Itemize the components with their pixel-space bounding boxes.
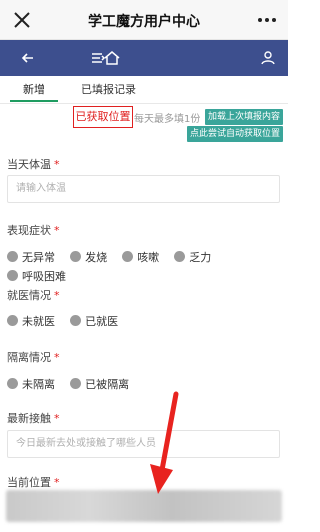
more-icon[interactable]: [255, 18, 276, 22]
auto-locate-button[interactable]: 点此尝试自动获取位置: [187, 126, 284, 142]
tab-new[interactable]: 新增: [23, 81, 45, 97]
tab-active-indicator: [10, 100, 58, 102]
tab-bar: 新增 已填报记录: [0, 76, 288, 104]
medical-options: 未就医 已就医: [7, 311, 128, 329]
symptom-option[interactable]: 无异常: [7, 249, 55, 265]
medical-option[interactable]: 未就医: [7, 313, 55, 329]
symptom-option[interactable]: 咳嗽: [122, 249, 159, 265]
back-icon[interactable]: [18, 48, 38, 68]
symptoms-label: 表现症状 *: [7, 224, 60, 237]
location-status: 已获取位置: [73, 106, 133, 128]
temperature-label: 当天体温 *: [7, 158, 60, 171]
isolation-option[interactable]: 已被隔离: [70, 376, 129, 392]
medical-label: 就医情况 *: [7, 289, 60, 302]
symptom-option[interactable]: 呼吸困难: [7, 268, 66, 284]
user-icon[interactable]: [258, 48, 278, 68]
location-label: 当前位置 *: [7, 476, 60, 489]
isolation-options: 未隔离 已被隔离: [7, 374, 139, 392]
daily-limit-note: 每天最多填1份: [134, 114, 201, 125]
arrow-annotation-icon: [150, 391, 179, 494]
window-titlebar: 学工魔方用户中心: [0, 0, 288, 40]
contact-label: 最新接触 *: [7, 412, 60, 425]
temperature-input[interactable]: 请输入体温: [7, 175, 280, 203]
symptom-option[interactable]: 乏力: [174, 249, 211, 265]
home-icon[interactable]: [102, 48, 122, 68]
medical-option[interactable]: 已就医: [70, 313, 118, 329]
nav-bar: [0, 40, 288, 76]
window-title: 学工魔方用户中心: [88, 14, 200, 30]
isolation-option[interactable]: 未隔离: [7, 376, 55, 392]
isolation-label: 隔离情况 *: [7, 351, 60, 364]
symptom-option[interactable]: 发烧: [70, 249, 107, 265]
load-last-button[interactable]: 加载上次填报内容: [205, 109, 284, 125]
symptoms-options: 无异常 发烧 咳嗽 乏力 呼吸困难: [7, 247, 288, 283]
tab-history[interactable]: 已填报记录: [81, 81, 136, 97]
